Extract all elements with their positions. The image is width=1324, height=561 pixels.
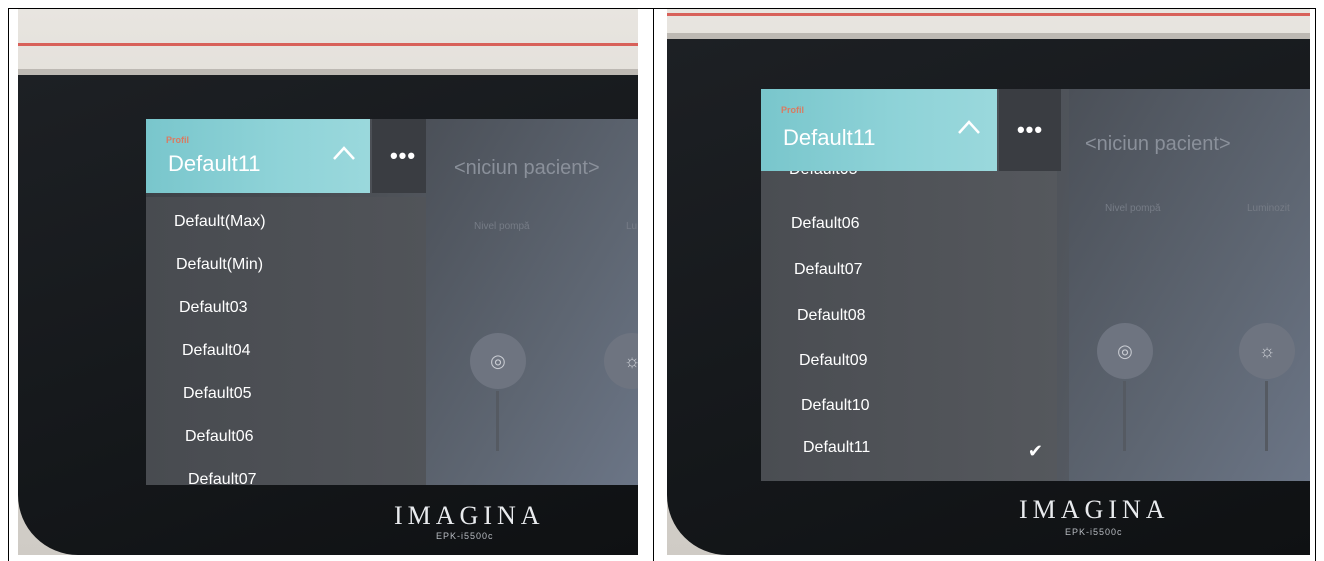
right-device-photo: Profil Default11 ••• <niciun pacient> Ni… [667,9,1310,555]
list-item-selected[interactable]: Default11 ✔ [761,429,1057,469]
list-item[interactable]: Default(Min) [146,246,426,286]
checkmark-icon: ✔ [1027,441,1043,461]
more-options-button[interactable]: ••• [999,89,1061,171]
list-item[interactable]: Default08 [761,297,1057,337]
list-item[interactable]: Default06 [761,205,1057,245]
pump-level-label: Nivel pompă [474,221,530,232]
profile-dropdown-list: Default(Max) Default(Min) Default03 Defa… [146,197,426,485]
list-item[interactable]: Default04 [146,332,426,372]
brand-logo: IMAGINA [394,501,545,530]
main-view-area: <niciun pacient> Nivel pompă Luminozit ◎… [1069,89,1310,481]
list-item[interactable]: Default10 [761,387,1057,427]
more-icon: ••• [389,143,417,168]
pump-icon: ◎ [1117,340,1133,361]
main-view-area: <niciun pacient> Nivel pompă Lu ◎ ☼ [426,119,638,485]
pump-button[interactable]: ◎ [1097,323,1153,379]
pump-slider-track[interactable] [496,391,499,451]
pump-icon: ◎ [490,350,506,371]
list-item[interactable]: Default06 [146,418,426,458]
list-item[interactable]: Default(Max) [146,203,426,243]
patient-placeholder: <niciun pacient> [454,157,600,179]
pump-level-label: Nivel pompă [1105,203,1161,214]
profile-label: Profil [781,105,805,115]
list-item[interactable]: Default03 [146,289,426,329]
right-touchscreen: Profil Default11 ••• <niciun pacient> Ni… [761,89,1310,481]
left-device-photo: Profil Default11 ••• <niciun pacient> Ni… [18,9,638,555]
brand-logo: IMAGINA [1019,495,1170,524]
profile-dropdown-header[interactable]: Profil Default11 [146,119,370,193]
profile-label: Profil [166,135,190,145]
brightness-slider-track[interactable] [1265,381,1268,451]
brightness-button[interactable]: ☼ [604,333,638,389]
profile-value: Default11 [168,151,261,176]
patient-placeholder: <niciun pacient> [1085,133,1231,155]
profile-dropdown-header[interactable]: Profil Default11 [761,89,997,171]
luminosity-label: Lu [626,221,638,232]
sun-icon: ☼ [1258,340,1276,361]
list-item[interactable]: Default07 [146,461,426,485]
device-red-trim [18,43,638,46]
device-red-trim [667,13,1310,16]
pump-slider-track[interactable] [1123,381,1126,451]
table-border-right [1315,8,1316,561]
left-touchscreen: Profil Default11 ••• <niciun pacient> Ni… [146,119,638,485]
model-number: EPK-i5500c [436,531,494,541]
list-item[interactable]: Default09 [761,342,1057,382]
list-item[interactable]: Default05 [146,375,426,415]
model-number: EPK-i5500c [1065,527,1123,537]
list-item[interactable]: Default07 [761,251,1057,291]
chevron-up-icon [958,120,980,134]
table-border-middle [653,8,654,561]
more-icon: ••• [1016,117,1044,142]
profile-dropdown-list: Default05 Default06 Default07 Default08 … [761,171,1057,481]
profile-value: Default11 [783,125,876,150]
table-border-left [8,8,9,561]
list-item[interactable]: Default05 [761,171,1057,191]
chevron-up-icon [333,146,355,160]
luminosity-label: Luminozit [1247,203,1290,214]
pump-button[interactable]: ◎ [470,333,526,389]
brightness-button[interactable]: ☼ [1239,323,1295,379]
sun-icon: ☼ [623,350,638,371]
more-options-button[interactable]: ••• [372,119,434,193]
